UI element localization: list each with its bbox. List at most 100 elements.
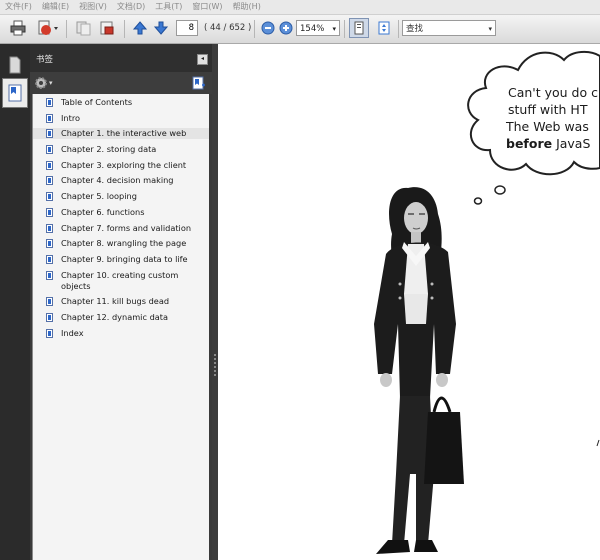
bookmark-item[interactable]: Chapter 2. storing data	[33, 144, 209, 155]
search-field[interactable]: 查找 ▾	[402, 20, 496, 36]
toolbar-separator	[344, 20, 345, 38]
bookmark-icon	[46, 239, 53, 249]
bookmark-icon	[46, 145, 53, 155]
chevron-down-icon: ▾	[49, 79, 53, 87]
bubble-line: stuff with HT	[508, 102, 588, 117]
bookmark-label: Chapter 1. the interactive web	[61, 128, 187, 139]
close-panel-button[interactable]: ◂	[197, 54, 208, 65]
bookmark-label: Chapter 12. dynamic data	[61, 311, 169, 322]
menu-window[interactable]: 窗口(W)	[187, 0, 227, 14]
single-page-icon	[354, 21, 364, 35]
collaborate-button[interactable]	[74, 19, 92, 37]
bookmark-icon	[46, 223, 53, 233]
new-bookmark-button[interactable]	[192, 76, 206, 93]
toolbar-separator	[66, 20, 67, 38]
bubble-line: Can't you do c	[508, 85, 598, 100]
bookmark-item[interactable]: Chapter 8. wrangling the page	[33, 238, 209, 249]
navigation-pane-strip	[0, 44, 30, 560]
splitter-grip	[214, 362, 216, 364]
toolbar-separator	[398, 20, 399, 38]
fit-page-icon	[378, 21, 390, 35]
menu-document[interactable]: 文档(D)	[112, 0, 150, 14]
bookmark-label: Chapter 5. looping	[61, 191, 137, 202]
zoom-out-button[interactable]	[259, 19, 277, 37]
pages-panel-button[interactable]	[2, 50, 28, 80]
bookmark-item[interactable]: Chapter 3. exploring the client	[33, 160, 209, 171]
menu-help[interactable]: 帮助(H)	[228, 0, 266, 14]
options-button[interactable]: ▾	[34, 76, 53, 90]
bookmark-item[interactable]: Chapter 10. creating custom objects	[33, 270, 209, 292]
bubble-rest: JavaS	[552, 136, 591, 151]
menu-edit[interactable]: 编辑(E)	[37, 0, 74, 14]
menu-view[interactable]: 视图(V)	[74, 0, 112, 14]
previous-page-button[interactable]	[131, 19, 149, 37]
gear-icon	[35, 77, 47, 89]
splitter-grip	[214, 374, 216, 376]
bookmark-icon	[46, 192, 53, 202]
bookmark-list: Table of Contents Intro Chapter 1. the i…	[32, 94, 209, 560]
printer-icon	[10, 20, 26, 36]
arrow-down-icon	[153, 21, 169, 35]
menu-tools[interactable]: 工具(T)	[150, 0, 187, 14]
bookmark-item-selected[interactable]: Chapter 1. the interactive web	[33, 128, 209, 140]
collaborate-icon	[76, 21, 91, 36]
document-page[interactable]: Can't you do c stuff with HT The Web was…	[218, 44, 600, 560]
menu-bar: 文件(F) 编辑(E) 视图(V) 文档(D) 工具(T) 窗口(W) 帮助(H…	[0, 0, 600, 15]
bookmark-icon	[46, 129, 53, 139]
page-number-input[interactable]	[176, 20, 198, 36]
chevron-down-icon: ▾	[488, 25, 492, 33]
bookmark-item[interactable]: Index	[33, 328, 209, 339]
zoom-select[interactable]: 154% ▾	[296, 20, 340, 36]
create-pdf-icon	[38, 20, 58, 35]
bookmark-icon	[46, 297, 53, 307]
panel-header: 书签 ◂	[30, 44, 212, 72]
bookmark-icon	[46, 113, 53, 123]
bookmarks-panel-button[interactable]	[2, 78, 28, 108]
chevron-down-icon: ▾	[332, 25, 336, 33]
bookmark-item[interactable]: Chapter 5. looping	[33, 191, 209, 202]
bookmark-item[interactable]: Chapter 7. forms and validation	[33, 223, 209, 234]
bookmark-icon	[8, 84, 22, 102]
bookmark-item[interactable]: Table of Contents	[33, 97, 209, 108]
bookmark-label: Chapter 2. storing data	[61, 144, 157, 155]
bookmarks-panel: 书签 ◂ ▾ Table of Contents Intro Chapter 1…	[30, 44, 212, 560]
zoom-in-icon	[279, 21, 293, 35]
bookmark-item[interactable]: Chapter 11. kill bugs dead	[33, 296, 209, 307]
new-bookmark-icon	[192, 76, 205, 90]
zoom-in-button[interactable]	[277, 19, 295, 37]
bookmark-label: Chapter 4. decision making	[61, 175, 174, 186]
bookmark-label: Chapter 9. bringing data to life	[61, 253, 188, 264]
bookmark-label: Index	[61, 327, 84, 338]
page-count-label: ( 44 / 652 )	[204, 23, 252, 33]
bookmark-label: Chapter 8. wrangling the page	[61, 238, 187, 249]
bookmark-icon	[46, 270, 53, 280]
close-icon: ◂	[200, 55, 204, 62]
zoom-value: 154%	[300, 24, 325, 34]
search-placeholder: 查找	[406, 24, 424, 34]
bookmark-item[interactable]: Chapter 12. dynamic data	[33, 312, 209, 323]
toolbar-separator	[124, 20, 125, 38]
print-button[interactable]	[9, 19, 27, 37]
bookmark-label: Intro	[61, 112, 81, 123]
bookmark-item[interactable]: Chapter 6. functions	[33, 207, 209, 218]
woman-illustration	[374, 187, 464, 554]
splitter-grip	[214, 370, 216, 372]
bookmark-icon	[46, 328, 53, 338]
secure-button[interactable]	[98, 19, 116, 37]
bookmark-item[interactable]: Intro	[33, 113, 209, 124]
toolbar-separator	[254, 20, 255, 38]
bubble-line: before JavaS	[506, 135, 600, 152]
bookmark-item[interactable]: Chapter 4. decision making	[33, 175, 209, 186]
bookmark-item[interactable]: Chapter 9. bringing data to life	[33, 254, 209, 265]
bookmark-icon	[46, 312, 53, 322]
single-page-button[interactable]	[349, 18, 369, 38]
next-page-button[interactable]	[152, 19, 170, 37]
fit-page-button[interactable]	[375, 19, 393, 37]
menu-file[interactable]: 文件(F)	[0, 0, 37, 14]
create-pdf-button[interactable]	[36, 19, 60, 37]
bubble-bold-word: before	[506, 136, 553, 151]
bookmark-icon	[46, 98, 53, 107]
bubble-text: Can't you do c stuff with HT The Web was…	[506, 84, 600, 152]
main-toolbar: ( 44 / 652 ) 154% ▾ 查找 ▾	[0, 15, 600, 44]
panel-toolbar: ▾	[30, 72, 212, 94]
